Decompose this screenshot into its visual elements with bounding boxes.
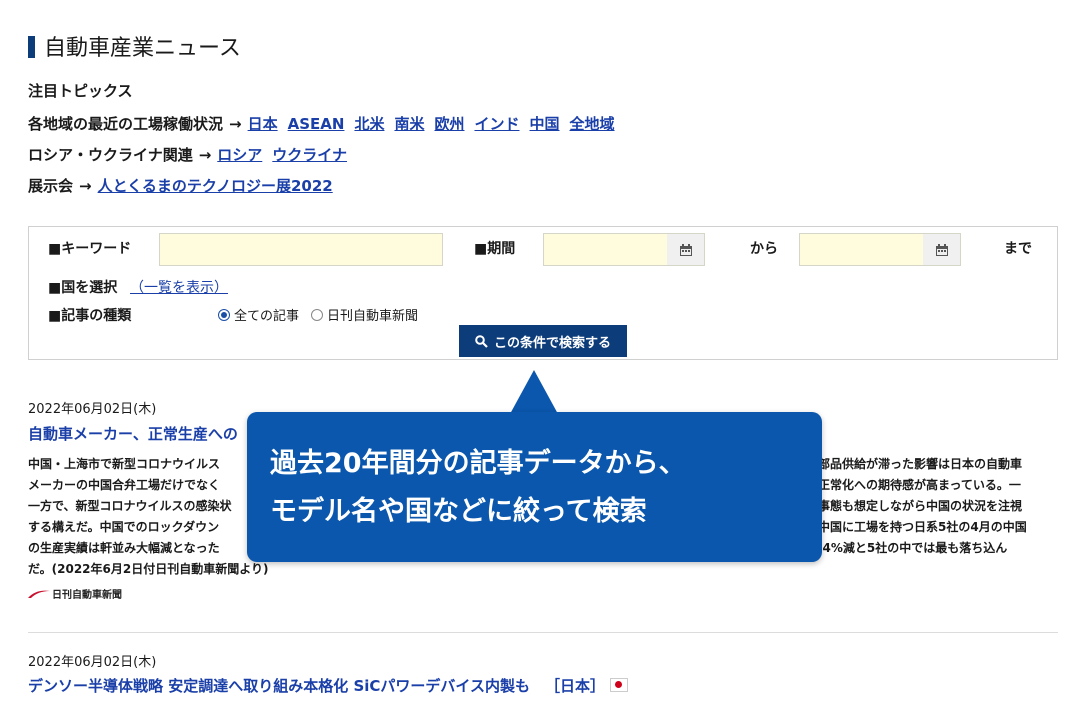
callout-line: 過去20年間分の記事データから、 <box>270 448 686 479</box>
callout-text: 過去20年間分の記事データから、 モデル名や国などに絞って検索 <box>270 440 810 536</box>
radio-label: 日刊自動車新聞 <box>327 309 419 324</box>
callout-line: モデル名や国などに絞って検索 <box>270 496 647 527</box>
body-line: 事態も想定しながら中国の状況を注視 <box>818 499 1023 513</box>
article-date: 2022年06月02日(木) <box>28 655 157 670</box>
article-type-options: 全ての記事 日刊自動車新聞 <box>218 305 430 324</box>
period-from-suffix: から <box>750 241 778 257</box>
link-ukraine[interactable]: ウクライナ <box>272 146 347 164</box>
topic-label: ロシア・ウクライナ関連 <box>28 146 193 164</box>
topic-row-exhibition: 展示会 → 人とくるまのテクノロジー展2022 <box>28 175 343 196</box>
link-china[interactable]: 中国 <box>530 115 560 133</box>
body-line: .4%減と5社の中では最も落ち込ん <box>818 541 1008 555</box>
body-line: だ。(2022年6月2日付日刊自動車新聞より) <box>28 562 269 576</box>
page-title: 自動車産業ニュース <box>44 36 241 61</box>
swoosh-icon <box>28 590 50 598</box>
country-list-link[interactable]: （一覧を表示） <box>130 277 228 297</box>
article-type-label: ■記事の種類 <box>48 308 132 324</box>
calendar-icon[interactable] <box>923 233 961 266</box>
divider <box>28 632 1058 633</box>
keyword-label: ■キーワード <box>48 241 132 257</box>
link-india[interactable]: インド <box>474 115 519 133</box>
search-icon <box>475 334 488 348</box>
source-logo-text: 日刊自動車新聞 <box>52 590 122 601</box>
article-headline[interactable]: 自動車メーカー、正常生産への <box>28 423 238 444</box>
radio-label: 全ての記事 <box>234 309 300 324</box>
topic-label: 展示会 <box>28 177 74 195</box>
search-button[interactable]: この条件で検索する <box>459 325 627 357</box>
article-headline[interactable]: デンソー半導体戦略 安定調達へ取り組み本格化 SiCパワーデバイス内製も <box>28 677 530 695</box>
period-to-input[interactable] <box>799 233 924 266</box>
topic-label: 各地域の最近の工場稼働状況 <box>28 115 224 133</box>
link-south-america[interactable]: 南米 <box>394 115 424 133</box>
japan-flag-icon <box>610 678 629 692</box>
arrow-icon: → <box>198 146 212 164</box>
article-date: 2022年06月02日(木) <box>28 402 157 417</box>
body-line: 正常化への期待感が高まっている。一 <box>818 478 1021 492</box>
period-label: ■期間 <box>474 241 516 257</box>
body-line: 中国に工場を持つ日系5社の4月の中国 <box>818 520 1027 534</box>
link-all-regions[interactable]: 全地域 <box>570 115 615 133</box>
search-button-label: この条件で検索する <box>493 335 611 351</box>
arrow-icon: → <box>229 115 242 133</box>
link-europe[interactable]: 欧州 <box>434 115 464 133</box>
topic-row-factories: 各地域の最近の工場稼働状況 → 日本 ASEAN 北米 南米 欧州 インド 中国 全地域 <box>28 113 625 134</box>
article-body-right: 部品供給が滞った影響は日本の自動車 正常化への期待感が高まっている。一 事態も想… <box>818 454 1058 559</box>
link-russia[interactable]: ロシア <box>217 146 262 164</box>
link-north-america[interactable]: 北米 <box>354 115 384 133</box>
radio-all-articles[interactable] <box>218 309 230 321</box>
title-accent-bar <box>28 36 35 58</box>
calendar-icon[interactable] <box>667 233 705 266</box>
source-logo: 日刊自動車新聞 <box>28 586 122 601</box>
country-tag: ［日本］ <box>545 677 606 695</box>
topic-row-russia-ukraine: ロシア・ウクライナ関連 → ロシア ウクライナ <box>28 144 357 165</box>
link-asean[interactable]: ASEAN <box>288 115 345 133</box>
arrow-icon: → <box>79 177 92 195</box>
callout-pointer <box>510 370 558 414</box>
period-to-suffix: まで <box>1004 241 1032 257</box>
keyword-input[interactable] <box>159 233 443 266</box>
body-line: 部品供給が滞った影響は日本の自動車 <box>818 457 1023 471</box>
article-headline-row: デンソー半導体戦略 安定調達へ取り組み本格化 SiCパワーデバイス内製も ［日本… <box>28 675 629 696</box>
country-label: ■国を選択 <box>48 280 118 296</box>
period-from-input[interactable] <box>543 233 668 266</box>
radio-nikkan-jidosha[interactable] <box>311 309 324 321</box>
link-japan[interactable]: 日本 <box>248 115 278 133</box>
topics-heading: 注目トピックス <box>28 82 133 100</box>
link-exhibition[interactable]: 人とくるまのテクノロジー展2022 <box>98 177 333 195</box>
